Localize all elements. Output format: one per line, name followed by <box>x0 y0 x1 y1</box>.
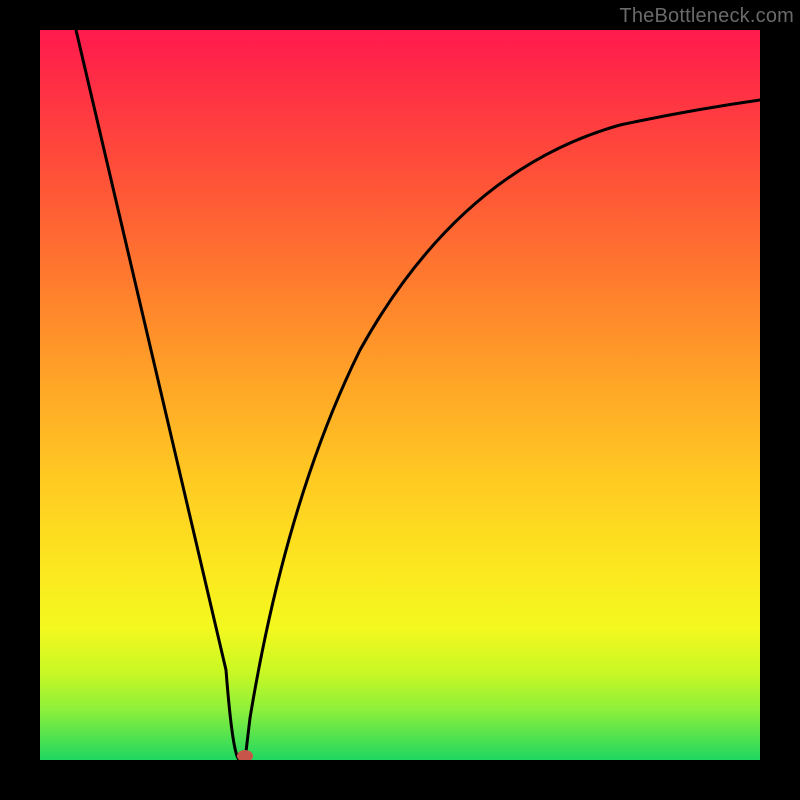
plot-area <box>40 30 760 760</box>
watermark-text: TheBottleneck.com <box>619 6 794 26</box>
chart-stage: TheBottleneck.com <box>0 0 800 800</box>
curve-layer <box>40 30 760 760</box>
optimum-marker-icon <box>237 750 253 760</box>
bottleneck-curve <box>76 30 760 760</box>
